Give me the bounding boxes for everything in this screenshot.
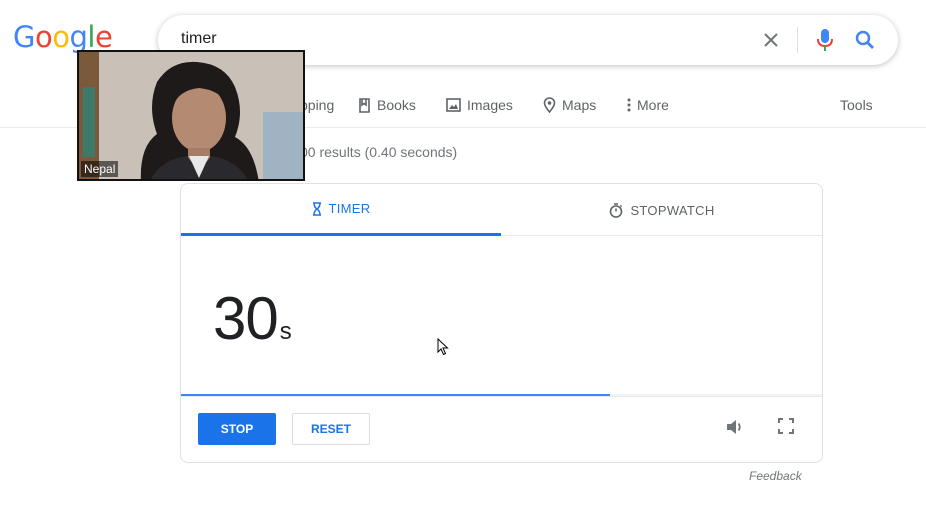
hourglass-icon bbox=[312, 201, 321, 216]
tab-label: TIMER bbox=[328, 201, 371, 216]
nav-item-more[interactable]: More bbox=[627, 97, 669, 113]
video-call-overlay[interactable]: Nepal bbox=[77, 50, 305, 181]
tab-label: STOPWATCH bbox=[630, 202, 715, 218]
divider bbox=[181, 396, 822, 397]
nav-item-label: Images bbox=[467, 97, 513, 113]
volume-icon[interactable] bbox=[725, 417, 745, 437]
logo-letter: g bbox=[69, 20, 88, 54]
timer-widget: TIMER STOPWATCH 30 s STOP RESET bbox=[180, 183, 823, 463]
participant-name: Nepal bbox=[81, 161, 119, 177]
tab-stopwatch[interactable]: STOPWATCH bbox=[502, 184, 822, 236]
tools-button[interactable]: Tools bbox=[840, 97, 873, 113]
timer-unit: s bbox=[279, 318, 292, 345]
logo-letter: o bbox=[52, 20, 70, 54]
stopwatch-icon bbox=[610, 202, 623, 218]
search-divider bbox=[797, 27, 798, 53]
fullscreen-icon[interactable] bbox=[777, 417, 795, 435]
result-stats: 00 results (0.40 seconds) bbox=[300, 144, 458, 160]
nav-item-shopping[interactable]: pping bbox=[300, 97, 334, 113]
timer-value: 30 bbox=[213, 285, 279, 352]
nav-item-books[interactable]: Books bbox=[358, 97, 416, 113]
nav-item-label: Books bbox=[377, 97, 416, 113]
stop-button[interactable]: STOP bbox=[198, 413, 276, 445]
tab-timer[interactable]: TIMER bbox=[181, 184, 501, 236]
close-icon[interactable] bbox=[759, 28, 783, 52]
timer-tabs: TIMER STOPWATCH bbox=[181, 184, 822, 236]
reset-button[interactable]: RESET bbox=[292, 413, 370, 445]
nav-item-images[interactable]: Images bbox=[446, 97, 513, 113]
logo-letter: G bbox=[13, 20, 35, 54]
mouse-cursor-icon bbox=[437, 338, 449, 356]
google-logo[interactable]: Google bbox=[13, 20, 113, 54]
more-vert-icon bbox=[627, 98, 631, 112]
tools-label: Tools bbox=[840, 97, 873, 113]
search-input[interactable]: timer bbox=[181, 30, 217, 48]
timer-display[interactable]: 30 s bbox=[213, 284, 292, 353]
nav-item-label: Maps bbox=[562, 97, 597, 113]
pin-icon bbox=[543, 97, 556, 113]
image-icon bbox=[446, 98, 461, 112]
nav-item-maps[interactable]: Maps bbox=[543, 97, 596, 113]
logo-letter: o bbox=[34, 20, 53, 54]
logo-letter: e bbox=[94, 20, 113, 54]
feedback-link[interactable]: Feedback bbox=[749, 469, 802, 483]
mic-icon[interactable] bbox=[813, 27, 837, 53]
nav-item-label: More bbox=[637, 97, 669, 113]
search-icon[interactable] bbox=[853, 28, 877, 52]
nav-item-label: pping bbox=[300, 97, 335, 113]
book-icon bbox=[359, 97, 370, 113]
logo-letter: l bbox=[87, 20, 95, 54]
